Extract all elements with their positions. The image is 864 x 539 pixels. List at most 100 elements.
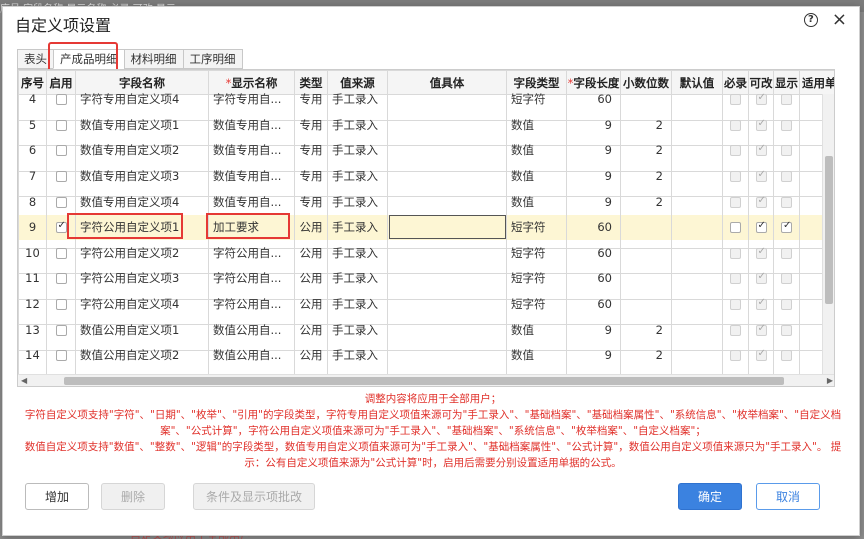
decimals-cell[interactable] (620, 213, 672, 241)
editable-checkbox[interactable] (755, 220, 767, 234)
visible-checkbox[interactable] (781, 94, 792, 106)
cancel-button[interactable]: 取消 (756, 483, 820, 510)
display-name-cell[interactable]: 数值专用自... (208, 111, 295, 139)
default-value-cell[interactable] (671, 265, 723, 292)
display-name-cell[interactable]: 字符公用自... (208, 265, 295, 292)
required-checkbox[interactable] (730, 350, 741, 362)
visible-checkbox[interactable] (781, 299, 792, 311)
row-number-cell[interactable]: 9 (18, 213, 47, 241)
table-row[interactable]: 9 字符公用自定义项1加工要求公用手工录入 短字符60 (18, 213, 834, 241)
decimals-cell[interactable]: 2 (620, 111, 672, 139)
field-type-cell[interactable]: 数值 (506, 111, 567, 139)
default-value-cell[interactable] (671, 137, 723, 164)
tab-finished-product-detail[interactable]: 产成品明细 (53, 49, 124, 69)
row-number-cell[interactable]: 6 (18, 137, 47, 164)
value-detail-cell[interactable] (387, 137, 507, 164)
enable-checkbox[interactable] (55, 247, 67, 259)
value-source-cell[interactable]: 手工录入 (327, 290, 388, 318)
visible-checkbox[interactable] (781, 196, 792, 208)
table-row[interactable]: 4 字符专用自定义项4 字符专用自... 专用 手工录入 短字符 60 (18, 86, 834, 113)
vertical-scroll-thumb[interactable] (825, 156, 833, 304)
field-name-cell[interactable]: 字符公用自定义项2 (75, 239, 209, 267)
value-detail-cell[interactable] (387, 341, 507, 369)
enable-checkbox[interactable] (55, 220, 67, 234)
editable-checkbox[interactable] (755, 246, 767, 259)
field-type-cell[interactable]: 数值 (506, 341, 567, 369)
vertical-scrollbar[interactable] (822, 94, 834, 374)
value-detail-cell[interactable] (387, 316, 507, 343)
type-cell[interactable]: 专用 (294, 111, 328, 139)
visible-checkbox[interactable] (781, 350, 792, 362)
value-source-cell[interactable]: 手工录入 (327, 162, 388, 190)
enable-checkbox[interactable] (55, 196, 67, 208)
editable-checkbox[interactable] (755, 92, 767, 106)
type-cell[interactable]: 公用 (294, 213, 328, 241)
row-number-cell[interactable]: 14 (18, 341, 47, 369)
field-type-cell[interactable]: 短字符 (506, 239, 567, 267)
editable-checkbox[interactable] (755, 297, 767, 311)
type-cell[interactable]: 专用 (294, 188, 328, 215)
type-cell[interactable]: 公用 (294, 290, 328, 318)
batch-edit-button[interactable]: 条件及显示项批改 (193, 483, 315, 510)
default-value-cell[interactable] (671, 316, 723, 343)
table-row[interactable]: 12 字符公用自定义项4 字符公用自... 公用 手工录入 短字符 60 (18, 290, 834, 318)
value-detail-cell[interactable] (387, 290, 507, 318)
editable-checkbox[interactable] (755, 348, 767, 362)
table-row[interactable]: 5 数值专用自定义项1 数值专用自... 专用 手工录入 数值 9 2 (18, 111, 834, 139)
value-detail-cell[interactable] (387, 162, 507, 190)
default-value-cell[interactable] (671, 111, 723, 139)
row-number-cell[interactable]: 13 (18, 316, 47, 343)
default-value-cell[interactable] (671, 290, 723, 318)
display-name-cell[interactable]: 数值公用自... (208, 316, 295, 343)
table-row[interactable]: 8 数值专用自定义项4 数值专用自... 专用 手工录入 数值 9 2 (18, 188, 834, 215)
value-detail-cell[interactable] (387, 213, 507, 241)
add-button[interactable]: 增加 (25, 483, 89, 510)
table-row[interactable]: 7 数值专用自定义项3 数值专用自... 专用 手工录入 数值 9 2 (18, 162, 834, 190)
close-icon[interactable]: × (832, 11, 847, 29)
type-cell[interactable]: 公用 (294, 316, 328, 343)
field-length-cell[interactable]: 9 (566, 316, 621, 343)
tab-header[interactable]: 表头 (17, 49, 53, 69)
field-length-cell[interactable]: 60 (566, 213, 621, 241)
required-checkbox[interactable] (730, 222, 741, 234)
editable-checkbox[interactable] (755, 118, 767, 131)
field-name-cell[interactable]: 数值公用自定义项1 (75, 316, 209, 343)
required-checkbox[interactable] (730, 273, 741, 285)
row-number-cell[interactable]: 8 (18, 188, 47, 215)
editable-checkbox[interactable] (755, 271, 767, 285)
field-type-cell[interactable]: 短字符 (506, 86, 567, 113)
field-type-cell[interactable]: 数值 (506, 137, 567, 164)
field-name-cell[interactable]: 数值专用自定义项4 (75, 188, 209, 215)
required-checkbox[interactable] (730, 145, 741, 157)
decimals-cell[interactable]: 2 (620, 341, 672, 369)
field-type-cell[interactable]: 数值 (506, 162, 567, 190)
default-value-cell[interactable] (671, 341, 723, 369)
required-checkbox[interactable] (730, 324, 741, 336)
display-name-cell[interactable]: 数值公用自... (208, 341, 295, 369)
value-detail-cell[interactable] (387, 265, 507, 292)
value-source-cell[interactable]: 手工录入 (327, 341, 388, 369)
scroll-left-arrow-icon[interactable]: ◀ (21, 375, 27, 386)
enable-checkbox[interactable] (55, 350, 67, 362)
type-cell[interactable]: 专用 (294, 86, 328, 113)
field-type-cell[interactable]: 短字符 (506, 265, 567, 292)
table-row[interactable]: 10 字符公用自定义项2 字符公用自... 公用 手工录入 短字符 60 (18, 239, 834, 267)
enable-checkbox[interactable] (55, 273, 67, 285)
table-row[interactable]: 13 数值公用自定义项1 数值公用自... 公用 手工录入 数值 9 2 (18, 316, 834, 343)
required-checkbox[interactable] (730, 94, 741, 106)
ok-button[interactable]: 确定 (678, 483, 742, 510)
display-name-cell[interactable]: 加工要求 (208, 213, 295, 241)
default-value-cell[interactable] (671, 188, 723, 215)
visible-checkbox[interactable] (781, 220, 792, 234)
visible-checkbox[interactable] (781, 273, 792, 285)
value-source-cell[interactable]: 手工录入 (327, 213, 388, 241)
value-detail-cell[interactable] (387, 239, 507, 267)
field-length-cell[interactable]: 9 (566, 111, 621, 139)
field-name-cell[interactable]: 数值专用自定义项3 (75, 162, 209, 190)
display-name-cell[interactable]: 字符公用自... (208, 239, 295, 267)
tab-material-detail[interactable]: 材料明细 (123, 49, 183, 69)
value-source-cell[interactable]: 手工录入 (327, 111, 388, 139)
delete-button[interactable]: 删除 (101, 483, 165, 510)
field-length-cell[interactable]: 9 (566, 137, 621, 164)
horizontal-scroll-thumb[interactable] (64, 377, 784, 385)
